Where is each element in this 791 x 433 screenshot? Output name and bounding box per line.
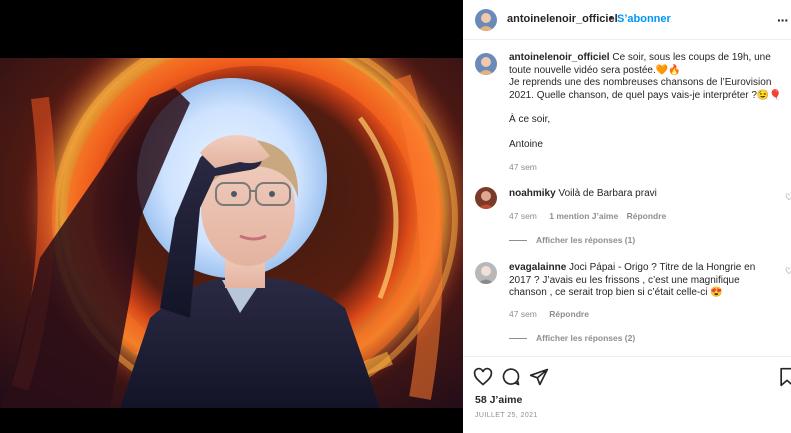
like-count[interactable]: 58 J’aime	[475, 394, 522, 406]
view-replies-button[interactable]: Afficher les réponses (2)	[509, 333, 635, 343]
caption-text-2: Je reprends une des nombreuses chansons …	[509, 77, 782, 101]
comment-meta: 47 sem 1 mention J’aime Répondre	[509, 211, 666, 221]
heart-icon[interactable]	[473, 367, 493, 387]
post-media-pane	[0, 0, 463, 433]
bookmark-icon[interactable]	[777, 367, 791, 387]
divider-line	[509, 338, 527, 340]
avatar-image	[475, 9, 497, 31]
more-options-icon[interactable]: ···	[777, 12, 789, 28]
comment-like-count[interactable]: 1 mention J’aime	[549, 211, 618, 221]
reply-button[interactable]: Répondre	[549, 309, 589, 319]
comment-avatar-noahmiky[interactable]	[475, 187, 497, 209]
post-details-panel: antoinelenoir_officiel • S’abonner ··· a…	[463, 0, 791, 433]
comment-timestamp[interactable]: 47 sem	[509, 211, 537, 221]
divider-line	[509, 240, 527, 242]
avatar-image	[475, 262, 497, 284]
avatar-image	[475, 187, 497, 209]
post-photo-image	[0, 58, 463, 408]
avatar-image	[475, 53, 497, 75]
caption-username[interactable]: antoinelenoir_officiel	[509, 52, 610, 63]
paper-plane-icon[interactable]	[529, 367, 549, 387]
comment-icon[interactable]	[501, 367, 521, 387]
comment-username[interactable]: noahmiky	[509, 188, 556, 199]
caption-text-3: À ce soir,	[509, 114, 551, 125]
comment-like-heart-icon[interactable]: ♡	[785, 192, 791, 203]
comment-text: evagalainne Joci Pápai - Origo ? Titre d…	[509, 262, 774, 300]
comment-timestamp[interactable]: 47 sem	[509, 309, 537, 319]
comment-username[interactable]: evagalainne	[509, 262, 566, 273]
comment-avatar-evagalainne[interactable]	[475, 262, 497, 284]
avatar[interactable]	[475, 9, 497, 31]
caption-text-4: Antoine	[509, 138, 543, 150]
comment-meta: 47 sem Répondre	[509, 309, 589, 319]
post-header: antoinelenoir_officiel • S’abonner ···	[463, 0, 791, 40]
caption-timestamp[interactable]: 47 sem	[509, 161, 783, 174]
comment-like-heart-icon[interactable]: ♡	[785, 266, 791, 277]
view-replies-button[interactable]: Afficher les réponses (1)	[509, 235, 635, 245]
post-author-username[interactable]: antoinelenoir_officiel	[507, 13, 618, 25]
separator-dot: •	[609, 12, 613, 24]
post-date: JUILLET 25, 2021	[475, 412, 538, 419]
caption-avatar[interactable]	[475, 53, 497, 75]
caption-first-line: antoinelenoir_officiel Ce soir, sous les…	[509, 52, 783, 77]
post-photo[interactable]	[0, 58, 463, 408]
view-replies-label: Afficher les réponses (1)	[536, 235, 636, 245]
comment-text: noahmiky Voilà de Barbara pravi	[509, 188, 774, 201]
follow-button[interactable]: S’abonner	[617, 13, 671, 25]
comment-body: Voilà de Barbara pravi	[555, 188, 657, 199]
reply-button[interactable]: Répondre	[627, 211, 667, 221]
post-action-bar: 58 J’aime JUILLET 25, 2021	[463, 356, 791, 433]
view-replies-label: Afficher les réponses (2)	[536, 333, 636, 343]
post-caption: antoinelenoir_officiel Ce soir, sous les…	[509, 52, 783, 174]
